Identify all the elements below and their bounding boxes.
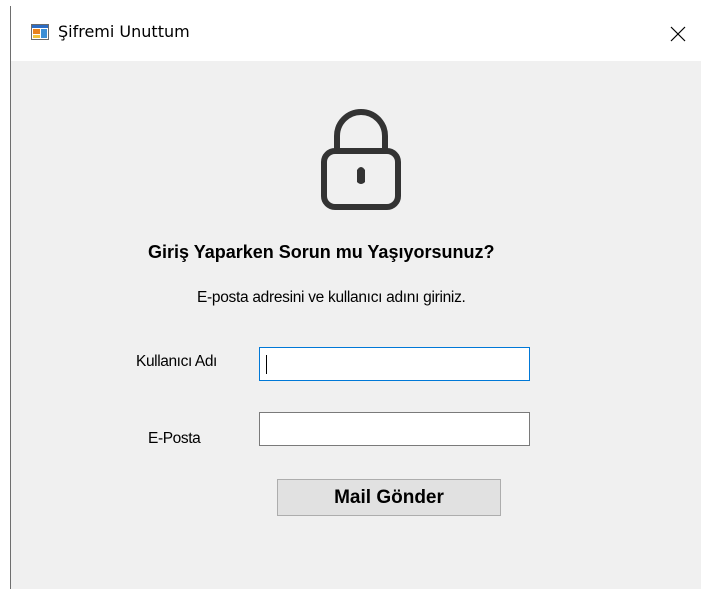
title-bar[interactable]: Şifremi Unuttum bbox=[11, 6, 701, 61]
lock-icon bbox=[321, 109, 401, 210]
window-title: Şifremi Unuttum bbox=[58, 22, 190, 41]
close-button[interactable] bbox=[655, 6, 701, 61]
text-caret bbox=[266, 355, 267, 374]
winforms-app-icon bbox=[31, 24, 49, 40]
username-input[interactable] bbox=[259, 347, 530, 381]
page-heading: Giriş Yaparken Sorun mu Yaşıyorsunuz? bbox=[148, 242, 495, 262]
instructions-text: E-posta adresini ve kullanıcı adını giri… bbox=[197, 289, 466, 306]
username-label: Kullanıcı Adı bbox=[136, 353, 217, 370]
send-mail-button[interactable]: Mail Gönder bbox=[277, 479, 501, 516]
email-input[interactable] bbox=[259, 412, 530, 446]
email-label: E-Posta bbox=[148, 430, 201, 447]
forgot-password-window: Şifremi Unuttum Giriş Yaparken Sorun mu … bbox=[10, 6, 701, 589]
close-icon bbox=[670, 26, 686, 41]
